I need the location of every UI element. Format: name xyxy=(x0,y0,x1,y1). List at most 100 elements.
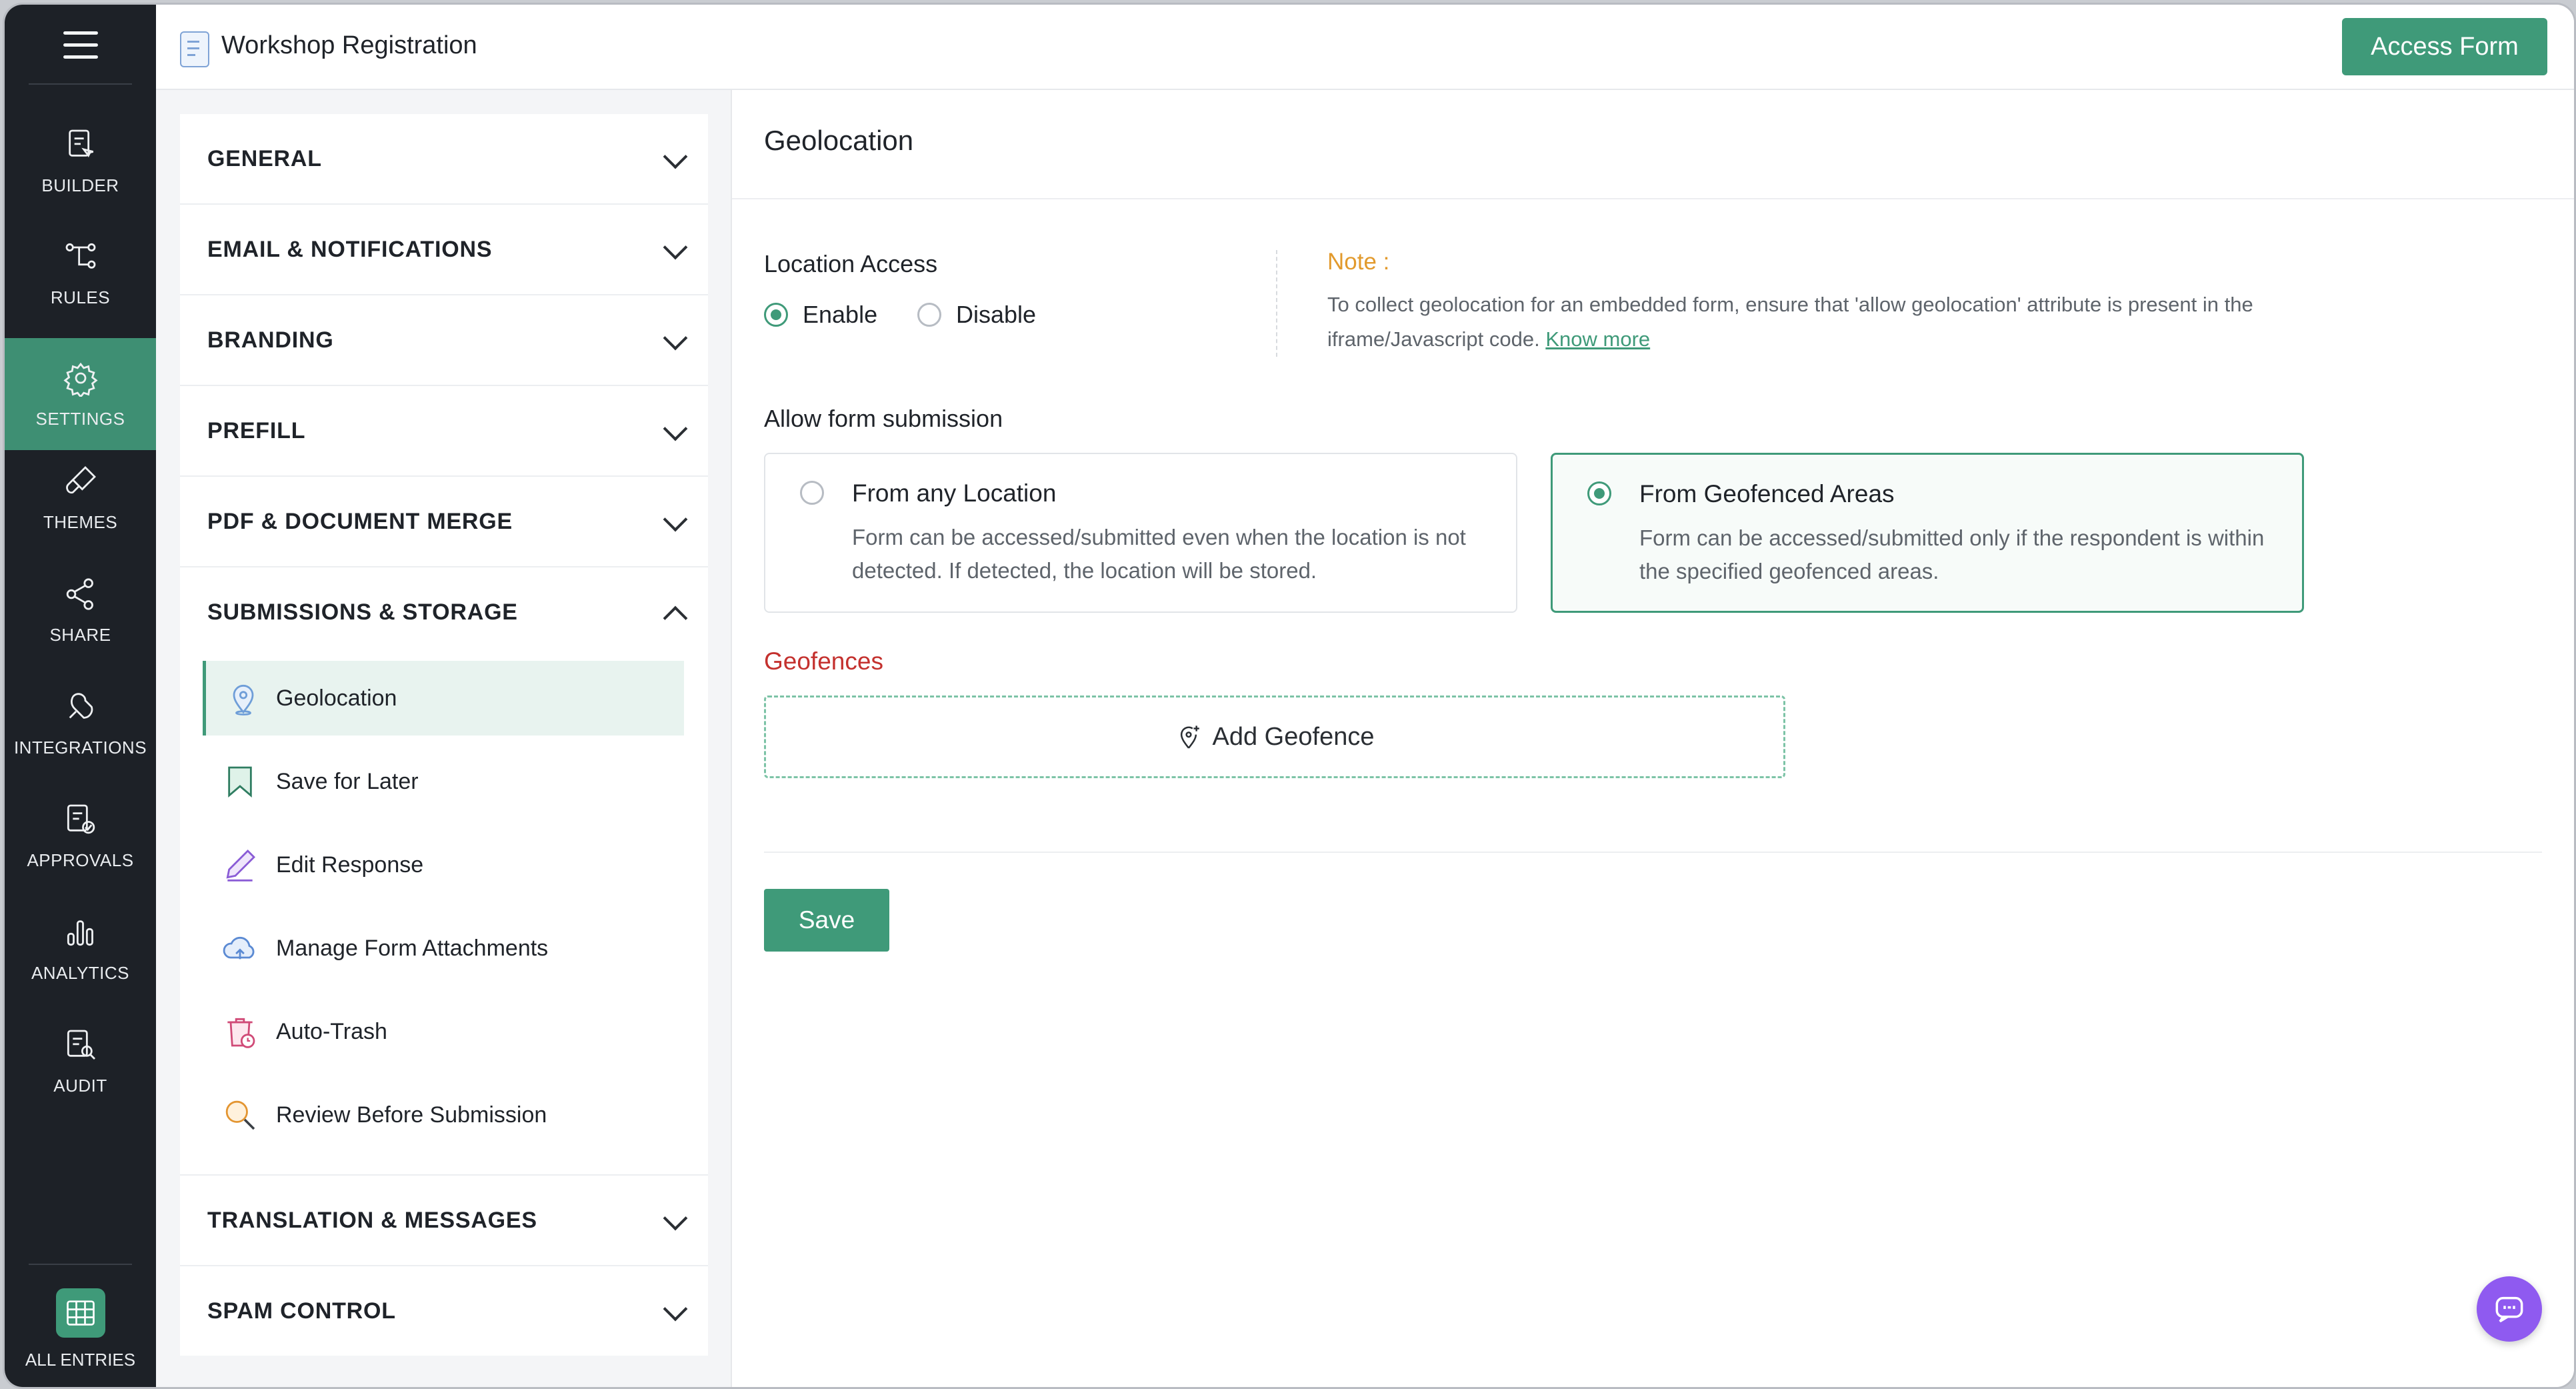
chat-assistant-button[interactable] xyxy=(2477,1276,2542,1342)
chevron-down-icon xyxy=(663,325,688,351)
nav-share[interactable]: SHARE xyxy=(5,554,156,666)
share-icon xyxy=(66,577,93,610)
form-title: Workshop Registration xyxy=(221,31,477,59)
section-email-notifications[interactable]: EMAIL & NOTIFICATIONS xyxy=(180,205,708,295)
top-header: Workshop Registration Access Form xyxy=(156,5,2574,90)
sidebar-item-save-for-later[interactable]: Save for Later xyxy=(203,744,684,819)
section-translation-messages[interactable]: TRANSLATION & MESSAGES xyxy=(180,1176,708,1266)
nav-integrations[interactable]: INTEGRATIONS xyxy=(5,667,156,779)
section-label: BRANDING xyxy=(207,327,334,353)
save-button[interactable]: Save xyxy=(764,889,889,952)
section-prefill[interactable]: PREFILL xyxy=(180,386,708,477)
section-branding[interactable]: BRANDING xyxy=(180,295,708,386)
section-submissions-storage[interactable]: SUBMISSIONS & STORAGE xyxy=(180,567,708,657)
sidebar-item-manage-form-attachments[interactable]: Manage Form Attachments xyxy=(203,911,684,986)
chevron-down-icon xyxy=(663,416,688,441)
section-spam-control[interactable]: SPAM CONTROL xyxy=(180,1266,708,1356)
chevron-down-icon xyxy=(663,235,688,260)
chevron-down-icon xyxy=(663,1206,688,1231)
rail-divider xyxy=(29,83,132,85)
geolocation-settings: Geolocation Location Access Enable Disab… xyxy=(732,90,2574,1387)
approval-icon xyxy=(67,804,95,834)
sidebar-item-label: Geolocation xyxy=(276,685,397,711)
app-window: BUILDER RULES SETTINGS THEMES SHARE INTE… xyxy=(3,3,2576,1389)
option-any-location[interactable]: From any Location Form can be accessed/s… xyxy=(764,453,1517,613)
settings-accordion: GENERAL EMAIL & NOTIFICATIONS BRANDING P… xyxy=(180,114,708,1356)
disable-radio[interactable] xyxy=(917,303,941,327)
disable-radio-option[interactable]: Disable xyxy=(917,301,1036,329)
bookmark-icon xyxy=(228,766,252,798)
section-label: PDF & DOCUMENT MERGE xyxy=(207,508,513,534)
magnifier-icon xyxy=(225,1100,255,1130)
sidebar-item-label: Save for Later xyxy=(276,768,419,794)
location-access-title: Location Access xyxy=(764,250,938,277)
disable-label: Disable xyxy=(956,301,1037,328)
trash-clock-icon xyxy=(227,1018,255,1048)
sidebar-item-label: Edit Response xyxy=(276,852,424,878)
add-geofence-button[interactable]: Add Geofence xyxy=(764,696,1785,778)
add-geofence-label: Add Geofence xyxy=(1212,722,1375,751)
allow-form-submission-title: Allow form submission xyxy=(764,405,1003,432)
plug-icon xyxy=(69,692,93,719)
nav-integrations-label: INTEGRATIONS xyxy=(13,737,147,758)
enable-radio-option[interactable]: Enable xyxy=(764,301,877,329)
gear-icon xyxy=(63,362,98,397)
nav-approvals-label: APPROVALS xyxy=(27,850,134,870)
vertical-divider xyxy=(1276,250,1277,357)
note-body: To collect geolocation for an embedded f… xyxy=(1327,287,2367,357)
bar-chart-icon xyxy=(67,920,93,946)
section-general[interactable]: GENERAL xyxy=(180,114,708,205)
nav-audit-label: AUDIT xyxy=(53,1075,107,1096)
access-form-button[interactable]: Access Form xyxy=(2342,18,2547,75)
option-geofenced-areas[interactable]: From Geofenced Areas Form can be accesse… xyxy=(1551,453,2304,613)
sidebar-item-geolocation[interactable]: Geolocation xyxy=(203,661,684,736)
section-label: EMAIL & NOTIFICATIONS xyxy=(207,236,493,262)
section-label: SPAM CONTROL xyxy=(207,1298,396,1324)
geofenced-areas-radio[interactable] xyxy=(1587,481,1611,505)
option-title: From any Location xyxy=(852,479,1057,507)
nav-settings[interactable]: SETTINGS xyxy=(5,338,156,450)
hamburger-menu-icon[interactable] xyxy=(63,31,98,67)
submissions-storage-items: Geolocation Save for Later Edit Response… xyxy=(180,657,708,1176)
sidebar-item-review-before-submission[interactable]: Review Before Submission xyxy=(203,1078,684,1152)
sidebar-item-label: Manage Form Attachments xyxy=(276,935,549,961)
nav-share-label: SHARE xyxy=(49,624,111,645)
brush-icon xyxy=(65,465,96,493)
section-label: SUBMISSIONS & STORAGE xyxy=(207,599,518,625)
audit-icon xyxy=(67,1030,95,1060)
enable-radio[interactable] xyxy=(764,303,788,327)
nav-themes[interactable]: THEMES xyxy=(5,441,156,553)
nav-builder[interactable]: BUILDER xyxy=(5,105,156,217)
section-label: TRANSLATION & MESSAGES xyxy=(207,1207,537,1233)
sidebar-item-label: Auto-Trash xyxy=(276,1018,387,1044)
builder-icon xyxy=(68,129,93,157)
section-pdf-document-merge[interactable]: PDF & DOCUMENT MERGE xyxy=(180,477,708,567)
option-description: Form can be accessed/submitted even when… xyxy=(852,525,1466,583)
nav-audit[interactable]: AUDIT xyxy=(5,1005,156,1117)
divider xyxy=(732,198,2574,199)
chevron-down-icon xyxy=(663,144,688,169)
nav-approvals[interactable]: APPROVALS xyxy=(5,780,156,892)
nav-all-entries[interactable]: ALL ENTRIES xyxy=(5,1288,156,1387)
note-title: Note : xyxy=(1327,249,1390,275)
sidebar-item-auto-trash[interactable]: Auto-Trash xyxy=(203,994,684,1069)
add-location-icon xyxy=(1180,726,1199,749)
form-document-icon xyxy=(180,31,209,67)
page-title: Geolocation xyxy=(764,125,914,156)
settings-panel: GENERAL EMAIL & NOTIFICATIONS BRANDING P… xyxy=(156,90,732,1387)
rules-icon xyxy=(65,243,95,269)
any-location-radio[interactable] xyxy=(800,481,824,505)
grid-icon xyxy=(55,1288,105,1338)
divider xyxy=(764,852,2542,853)
rail-divider xyxy=(29,1264,132,1265)
nav-all-entries-label: ALL ENTRIES xyxy=(25,1350,136,1370)
nav-rules[interactable]: RULES xyxy=(5,217,156,329)
know-more-link[interactable]: Know more xyxy=(1545,327,1650,351)
sidebar-item-edit-response[interactable]: Edit Response xyxy=(203,828,684,902)
nav-analytics[interactable]: ANALYTICS xyxy=(5,892,156,1004)
sidebar-item-label: Review Before Submission xyxy=(276,1102,547,1128)
option-title: From Geofenced Areas xyxy=(1639,480,1895,507)
section-label: PREFILL xyxy=(207,417,306,443)
location-pin-icon xyxy=(233,685,254,716)
cloud-upload-icon xyxy=(223,936,255,960)
